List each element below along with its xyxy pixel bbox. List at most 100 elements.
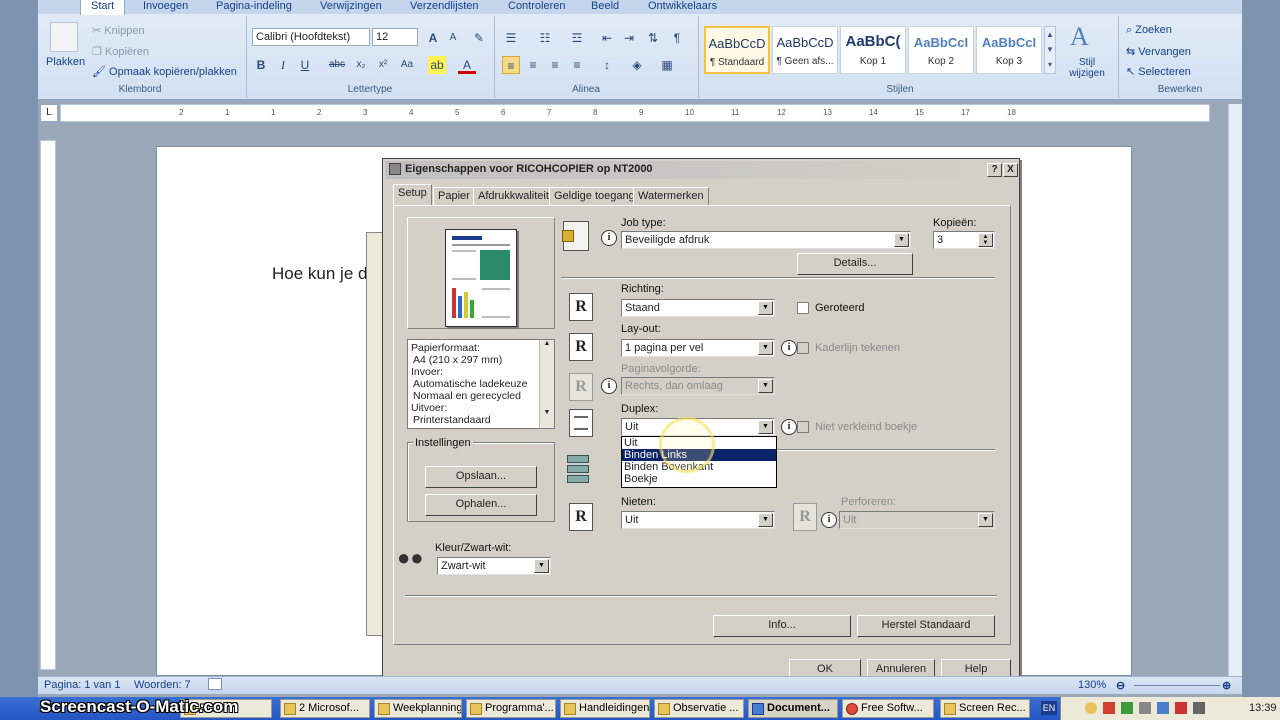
tray-icon[interactable] <box>1193 702 1205 714</box>
info-button[interactable]: Info... <box>713 615 851 637</box>
tab-invoegen[interactable]: Invoegen <box>143 0 188 14</box>
tab-controleren[interactable]: Controleren <box>508 0 565 14</box>
save-button[interactable]: Opslaan... <box>425 466 537 488</box>
tab-selector[interactable]: L <box>40 104 58 122</box>
help-icon[interactable]: ? <box>987 163 1002 177</box>
tab-start[interactable]: Start <box>80 0 126 15</box>
booklet-checkbox[interactable] <box>797 421 809 433</box>
tab-beeld[interactable]: Beeld <box>591 0 619 14</box>
highlight-icon[interactable]: ab <box>428 56 446 74</box>
taskbar-item-active[interactable]: Document... <box>748 699 838 718</box>
font-name-combo[interactable]: Calibri (Hoofdtekst) <box>252 28 370 46</box>
taskbar-item[interactable]: Programma'... <box>466 699 556 718</box>
bullets-icon[interactable]: ☰ <box>502 29 520 47</box>
rotated-checkbox[interactable] <box>797 302 809 314</box>
grow-font-icon[interactable]: A <box>424 29 442 47</box>
word-count[interactable]: Woorden: 7 <box>134 679 191 691</box>
style-standaard[interactable]: AaBbCcD ¶ Standaard <box>704 26 770 74</box>
zoom-level[interactable]: 130% <box>1078 679 1106 691</box>
decrease-indent-icon[interactable]: ⇤ <box>598 29 616 47</box>
styles-scroll[interactable]: ▲ ▼ ▾ <box>1044 26 1056 74</box>
font-color-icon[interactable]: A <box>458 56 476 74</box>
tab-setup[interactable]: Setup <box>393 184 432 206</box>
font-size-combo[interactable]: 12 <box>372 28 418 46</box>
proofing-icon[interactable] <box>208 678 222 690</box>
italic-icon[interactable]: I <box>274 56 292 74</box>
style-kop-2[interactable]: AaBbCcI Kop 2 <box>908 26 974 74</box>
shading-icon[interactable]: ◈ <box>628 56 646 74</box>
info-icon[interactable]: i <box>601 378 617 394</box>
taskbar-item[interactable]: Weekplanning <box>374 699 462 718</box>
color-select[interactable]: Zwart-wit ▼ <box>437 557 551 575</box>
vertical-scrollbar[interactable] <box>1228 104 1242 676</box>
style-geen-afstand[interactable]: AaBbCcD ¶ Geen afs... <box>772 26 838 74</box>
staple-select[interactable]: Uit ▼ <box>621 511 775 529</box>
info-icon[interactable]: i <box>781 340 797 356</box>
paper-info-list[interactable]: Papierformaat: A4 (210 x 297 mm) Invoer:… <box>407 339 555 429</box>
document-text[interactable]: Hoe kun je d <box>272 264 367 284</box>
style-kop-1[interactable]: AaBbC(Kop 1 <box>840 26 906 74</box>
find-button[interactable]: ⌕ Zoeken <box>1126 24 1172 37</box>
multilevel-list-icon[interactable]: ☲ <box>568 29 586 47</box>
copies-spinner[interactable]: 3 ▲ ▼ <box>933 231 995 249</box>
bold-icon[interactable]: B <box>252 56 270 74</box>
info-icon[interactable]: i <box>821 512 837 528</box>
page-count[interactable]: Pagina: 1 van 1 <box>44 679 120 691</box>
restore-defaults-button[interactable]: Herstel Standaard <box>857 615 995 637</box>
zoom-slider[interactable] <box>1134 685 1220 686</box>
underline-icon[interactable]: U <box>296 56 314 74</box>
job-type-select[interactable]: Beveiligde afdruk ▼ <box>621 231 911 249</box>
borders-icon[interactable]: ▦ <box>658 56 676 74</box>
zoom-out-icon[interactable]: ⊖ <box>1116 679 1125 692</box>
tab-pagina-indeling[interactable]: Pagina-indeling <box>216 0 292 14</box>
layout-select[interactable]: 1 pagina per vel ▼ <box>621 339 775 357</box>
subscript-icon[interactable]: x₂ <box>352 56 370 74</box>
strikethrough-icon[interactable]: abc <box>328 56 346 74</box>
tab-ontwikkelaars[interactable]: Ontwikkelaars <box>648 0 717 14</box>
tray-icon[interactable] <box>1085 702 1097 714</box>
copy-button[interactable]: ❐ Kopiëren <box>92 45 149 58</box>
paste-button[interactable]: Plakken <box>46 56 85 68</box>
change-case-icon[interactable]: Aa <box>398 56 416 74</box>
tray-icon[interactable] <box>1139 702 1151 714</box>
clear-format-icon[interactable]: ✎ <box>470 29 488 47</box>
tray-icon[interactable] <box>1157 702 1169 714</box>
tray-icon[interactable] <box>1121 702 1133 714</box>
style-kop-3[interactable]: AaBbCcI Kop 3 <box>976 26 1042 74</box>
taskbar-item[interactable]: 2 Microsof... <box>280 699 370 718</box>
tray-icon[interactable] <box>1175 702 1187 714</box>
zoom-in-icon[interactable]: ⊕ <box>1222 679 1231 692</box>
align-center-icon[interactable]: ≡ <box>524 56 542 74</box>
tab-watermerken[interactable]: Watermerken <box>633 187 709 205</box>
numbering-icon[interactable]: ☷ <box>536 29 554 47</box>
duplex-option[interactable]: Boekje <box>622 473 776 485</box>
tab-papier[interactable]: Papier <box>433 187 475 205</box>
justify-icon[interactable]: ≡ <box>568 56 586 74</box>
info-icon[interactable]: i <box>601 230 617 246</box>
replace-button[interactable]: ⇆ Vervangen <box>1126 45 1191 58</box>
shrink-font-icon[interactable]: A <box>444 29 462 47</box>
superscript-icon[interactable]: x² <box>374 56 392 74</box>
tab-verzendlijsten[interactable]: Verzendlijsten <box>410 0 479 14</box>
language-indicator[interactable]: EN <box>1041 701 1057 715</box>
taskbar-item[interactable]: Free Softw... <box>842 699 934 718</box>
details-button[interactable]: Details... <box>797 253 913 275</box>
line-spacing-icon[interactable]: ↕ <box>598 56 616 74</box>
sort-icon[interactable]: ⇅ <box>644 29 662 47</box>
select-button[interactable]: ↖ Selecteren <box>1126 65 1191 78</box>
orientation-select[interactable]: Staand ▼ <box>621 299 775 317</box>
tab-verwijzingen[interactable]: Verwijzingen <box>320 0 382 14</box>
spinner-arrows-icon[interactable]: ▲ ▼ <box>978 233 993 247</box>
tab-afdrukkwaliteit[interactable]: Afdrukkwaliteit <box>473 187 554 205</box>
align-left-icon[interactable]: ≡ <box>502 56 520 74</box>
cut-button[interactable]: ✂ Knippen <box>92 24 145 37</box>
taskbar-item[interactable]: Screen Rec... <box>940 699 1030 718</box>
pilcrow-icon[interactable]: ¶ <box>668 29 686 47</box>
frame-checkbox[interactable] <box>797 342 809 354</box>
tray-icon[interactable] <box>1103 702 1115 714</box>
taskbar-item[interactable]: Observatie ... <box>654 699 744 718</box>
list-scrollbar[interactable]: ▲ ▼ <box>539 340 554 428</box>
taskbar-item[interactable]: Handleidingen <box>560 699 650 718</box>
close-icon[interactable]: X <box>1003 163 1018 177</box>
change-styles-button[interactable]: Stijl wijzigen <box>1060 57 1114 79</box>
